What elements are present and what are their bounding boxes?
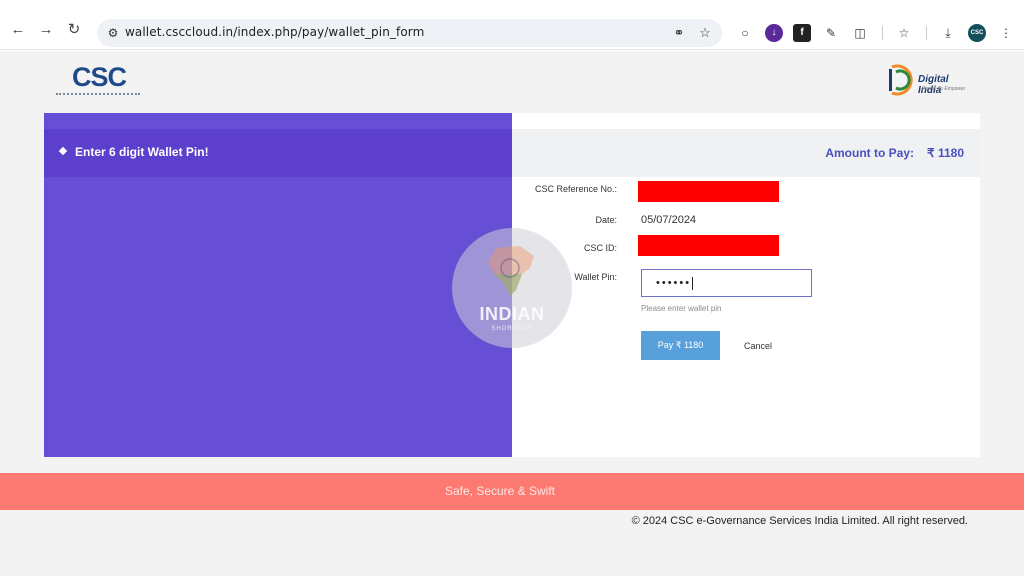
watermark-title: INDIAN [479, 304, 545, 324]
amount-value: ₹ 1180 [926, 146, 964, 160]
wallet-pin-value: •••••• [656, 277, 692, 289]
footer-slogan: Safe, Secure & Swift [444, 484, 556, 498]
digital-india-mark-icon [889, 64, 913, 96]
profile-avatar[interactable]: CSC [968, 24, 986, 42]
digital-india-tagline: Power To Empower [922, 86, 966, 92]
amount-band: Amount to Pay: ₹ 1180 [512, 129, 980, 177]
copyright-text: © 2024 CSC e-Governance Services India L… [631, 515, 968, 527]
url-text: wallet.csccloud.in/index.php/pay/wallet_… [125, 25, 425, 39]
csc-logo-text: CSC [72, 62, 127, 92]
text-caret [692, 276, 694, 290]
date-value: 05/07/2024 [641, 214, 697, 226]
eyedropper-icon[interactable]: ✎ [822, 24, 840, 42]
amount-label: Amount to Pay: [825, 146, 914, 160]
site-settings-icon[interactable]: ⚙ [105, 25, 121, 41]
date-label: Date: [595, 215, 617, 225]
toolbar-divider [926, 26, 927, 40]
address-bar[interactable]: ⚙ wallet.csccloud.in/index.php/pay/walle… [97, 19, 722, 47]
watermark-subtitle: SHORTCUT [491, 326, 533, 332]
bookmark-star-icon[interactable]: ☆ [697, 25, 713, 41]
reading-list-icon[interactable]: ☆ [895, 24, 913, 42]
reload-button[interactable]: ↻ [65, 21, 83, 39]
extension-icon[interactable]: ○ [736, 24, 754, 42]
pay-button[interactable]: Pay ₹ 1180 [641, 331, 720, 360]
back-button[interactable]: ← [9, 21, 27, 39]
digital-india-text: Digital India [918, 74, 949, 96]
menu-icon[interactable]: ⋮ [997, 24, 1015, 42]
bullet-icon [58, 146, 68, 156]
csc-logo: CSC [56, 62, 140, 98]
site-header: CSC Digital India Power To Empower [0, 51, 1024, 113]
csc-logo-tagline [56, 93, 140, 96]
indian-shortcut-watermark: INDIAN SHORTCUT [452, 228, 572, 348]
download-extension-icon[interactable]: ↓ [765, 24, 783, 42]
cancel-button[interactable]: Cancel [744, 341, 772, 351]
instruction-text: Enter 6 digit Wallet Pin! [75, 145, 209, 159]
digital-india-logo: Digital India Power To Empower [884, 61, 974, 101]
forward-button[interactable]: → [37, 21, 55, 39]
function-extension-icon[interactable]: f [793, 24, 811, 42]
india-map-icon [488, 246, 534, 296]
password-key-icon[interactable]: ⚭ [671, 25, 687, 41]
page: CSC Digital India Power To Empower Enter… [0, 51, 1024, 576]
browser-toolbar: ← → ↻ ⚙ wallet.csccloud.in/index.php/pay… [0, 0, 1024, 50]
wallet-pin-hint: Please enter wallet pin [641, 304, 722, 313]
puzzle-extensions-icon[interactable]: ◫ [851, 24, 869, 42]
toolbar-divider [882, 26, 883, 40]
csc-id-redaction [638, 235, 779, 256]
footer-band: Safe, Secure & Swift [0, 473, 1024, 510]
download-icon[interactable]: ⤓ [939, 24, 957, 42]
reference-redaction [638, 181, 779, 202]
instruction-panel: Enter 6 digit Wallet Pin! [44, 113, 512, 457]
wallet-pin-input[interactable]: •••••• [641, 269, 812, 297]
reference-label: CSC Reference No.: [534, 184, 617, 194]
instruction-band: Enter 6 digit Wallet Pin! [44, 129, 512, 177]
